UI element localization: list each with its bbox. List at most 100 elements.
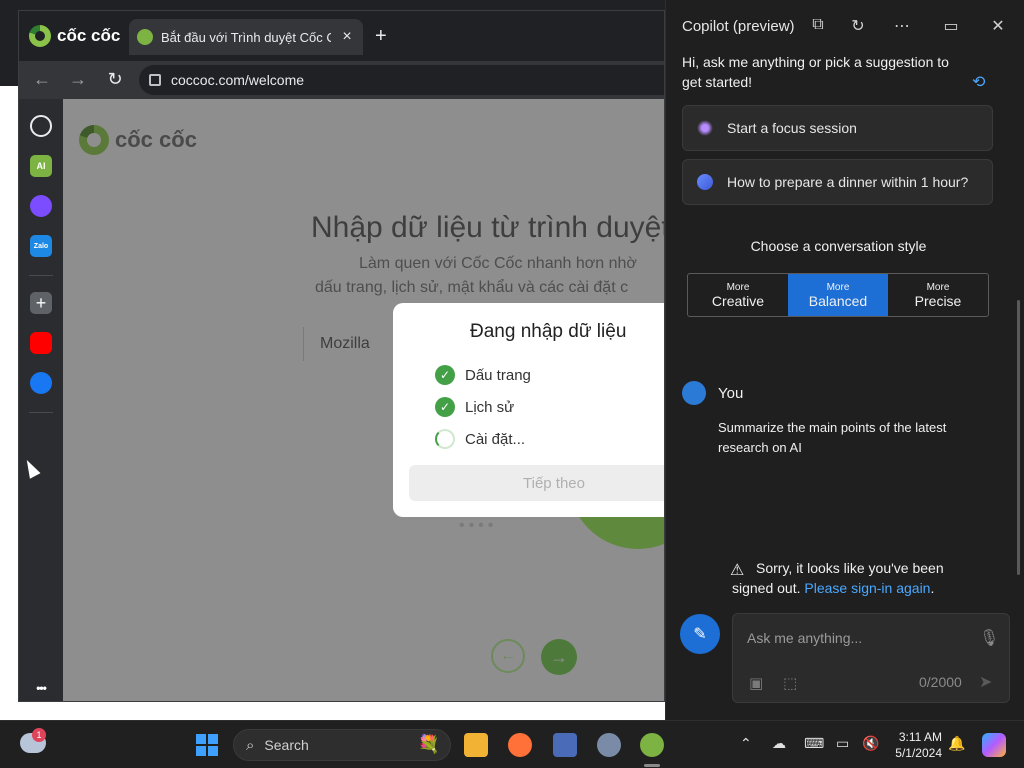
taskbar-search[interactable]: ⌕ Search 💐 — [233, 729, 451, 761]
clock-time: 3:11 AM — [898, 730, 942, 744]
new-topic-button[interactable]: ✎ — [680, 614, 720, 654]
messenger-icon[interactable] — [30, 195, 52, 217]
style-creative-label: Creative — [711, 292, 765, 309]
suggestion-dinner[interactable]: How to prepare a dinner within 1 hour? — [682, 159, 993, 205]
display-icon[interactable]: ▭ — [836, 735, 849, 752]
chat-icon — [697, 174, 713, 190]
style-creative-button[interactable]: More Creative — [688, 274, 788, 316]
address-bar[interactable]: coccoc.com/welcome — [139, 65, 664, 95]
check-circle-icon: ✓ — [435, 365, 455, 385]
start-button[interactable] — [196, 734, 218, 756]
browser-brand[interactable]: cốc cốc — [29, 25, 120, 47]
lock-icon[interactable] — [149, 74, 161, 86]
tab-close-icon[interactable]: × — [339, 28, 355, 46]
copilot-greeting: Hi, ask me anything or pick a suggestion… — [682, 54, 949, 90]
taskbar: 1 ⌕ Search 💐 ⌃ ☁ ⌨ ▭ 🔇 3:11 AM 5/1/2024 … — [0, 720, 1024, 768]
open-in-new-window-icon[interactable]: ⧉ — [808, 16, 828, 34]
style-precise-small: More — [926, 281, 950, 293]
new-tab-button[interactable]: + — [375, 25, 387, 48]
back-icon[interactable]: ← — [31, 69, 53, 90]
close-icon[interactable]: ✕ — [988, 16, 1008, 36]
coccoc-logo-icon — [79, 125, 109, 155]
add-sidebar-app-icon[interactable]: + — [30, 292, 52, 314]
style-balanced-label: Balanced — [808, 292, 868, 309]
desktop: cốc cốc Bắt đầu với Trình duyệt Cốc Cốc … — [0, 0, 1024, 768]
taskbar-search-label: Search — [264, 737, 309, 753]
clock-date: 5/1/2024 — [895, 746, 942, 760]
welcome-description-line-1: Làm quen với Cốc Cốc nhanh hơn nhờ — [359, 255, 637, 272]
send-icon[interactable]: ➤ — [979, 672, 992, 692]
zalo-icon[interactable]: Zalo — [30, 235, 52, 257]
history-icon[interactable] — [30, 115, 52, 137]
sidebar-divider — [29, 412, 53, 413]
style-precise-button[interactable]: More Precise — [888, 274, 988, 316]
youtube-icon[interactable] — [30, 332, 52, 354]
coccoc-taskbar-icon[interactable] — [640, 733, 664, 757]
import-item-label: Cài đặt... — [465, 430, 526, 448]
forward-icon[interactable]: → — [67, 69, 89, 90]
file-explorer-icon[interactable] — [464, 733, 488, 757]
welcome-description-line-2: dấu trang, lịch sử, mật khẩu và các cài … — [315, 279, 629, 296]
next-button[interactable]: Tiếp theo — [409, 465, 664, 501]
style-balanced-button[interactable]: More Balanced — [788, 274, 888, 316]
more-options-icon[interactable]: ⋯ — [892, 16, 912, 36]
firefox-icon[interactable] — [508, 733, 532, 757]
user-message: Summarize the main points of the latest … — [718, 420, 947, 455]
new-topic-icon: ✎ — [693, 626, 707, 643]
tab-title: Bắt đầu với Trình duyệt Cốc Cốc — [161, 29, 331, 45]
scrollbar[interactable] — [1017, 300, 1020, 575]
dock-panel-icon[interactable]: ▭ — [941, 16, 961, 36]
volume-muted-icon[interactable]: 🔇 — [862, 735, 879, 752]
sidebar-divider — [29, 275, 53, 276]
signed-out-period: . — [930, 580, 935, 596]
windows-logo-icon — [196, 746, 206, 756]
previous-button[interactable]: ← — [491, 639, 525, 673]
suggestion-label: Start a focus session — [727, 120, 857, 136]
style-balanced-small: More — [826, 281, 850, 293]
browser-sidebar: AI Zalo + ••• — [19, 99, 63, 701]
user-avatar-icon — [682, 381, 706, 405]
show-hidden-icons-icon[interactable]: ⌃ — [740, 735, 752, 752]
more-icon[interactable]: ••• — [30, 677, 52, 699]
reload-icon[interactable]: ↻ — [104, 69, 126, 90]
search-icon: ⌕ — [246, 736, 255, 754]
add-image-icon[interactable]: ▣ — [749, 674, 763, 692]
windows-logo-icon — [208, 746, 218, 756]
character-counter: 0/2000 — [919, 674, 962, 690]
user-name: You — [718, 385, 744, 402]
suggestion-focus-session[interactable]: Start a focus session — [682, 105, 993, 151]
calculator-icon[interactable] — [553, 733, 577, 757]
ask-input[interactable] — [747, 630, 967, 646]
sparkle-icon — [697, 120, 713, 136]
welcome-page: cốc cốc Nhập dữ liệu từ trình duyệt Làm … — [63, 99, 665, 701]
tab-welcome[interactable]: Bắt đầu với Trình duyệt Cốc Cốc × — [129, 19, 363, 55]
notification-badge: 1 — [32, 728, 46, 742]
browser-toolbar: ← → ↻ coccoc.com/welcome — [19, 61, 664, 99]
refresh-icon[interactable]: ↻ — [848, 16, 868, 36]
sign-in-link[interactable]: Please sign-in again — [804, 580, 930, 596]
flowers-icon: 💐 — [417, 734, 440, 754]
browser-window: cốc cốc Bắt đầu với Trình duyệt Cốc Cốc … — [18, 10, 665, 702]
import-item-label: Lịch sử — [465, 398, 515, 416]
notification-bell-icon[interactable]: 🔔 — [948, 735, 965, 752]
signed-out-notice: Sorry, it looks like you've been signed … — [732, 558, 972, 598]
import-item-history: ✓ Lịch sử — [435, 397, 514, 417]
system-clock[interactable]: 3:11 AM 5/1/2024 — [886, 729, 942, 761]
settings-icon[interactable] — [597, 733, 621, 757]
keyboard-icon[interactable]: ⌨ — [804, 735, 824, 752]
check-circle-icon: ✓ — [435, 397, 455, 417]
screenshot-icon[interactable]: ⬚ — [783, 674, 797, 692]
next-arrow-button[interactable]: → — [541, 639, 577, 675]
facebook-icon[interactable] — [30, 372, 52, 394]
refresh-suggestions-icon[interactable]: ⟲ — [972, 72, 985, 92]
compose-box: 🎙 ▣ ⬚ 0/2000 ➤ — [732, 613, 1010, 703]
microphone-icon[interactable]: 🎙 — [979, 628, 999, 648]
welcome-logo-text: cốc cốc — [115, 127, 197, 152]
conversation-style-label: Choose a conversation style — [750, 238, 927, 254]
import-item-label: Dấu trang — [465, 366, 531, 384]
onedrive-icon[interactable]: ☁ — [772, 735, 786, 752]
ai-assistant-icon[interactable]: AI — [30, 155, 52, 177]
copilot-taskbar-icon[interactable] — [982, 733, 1006, 757]
address-url: coccoc.com/welcome — [171, 72, 305, 88]
welcome-heading: Nhập dữ liệu từ trình duyệt — [311, 211, 665, 244]
